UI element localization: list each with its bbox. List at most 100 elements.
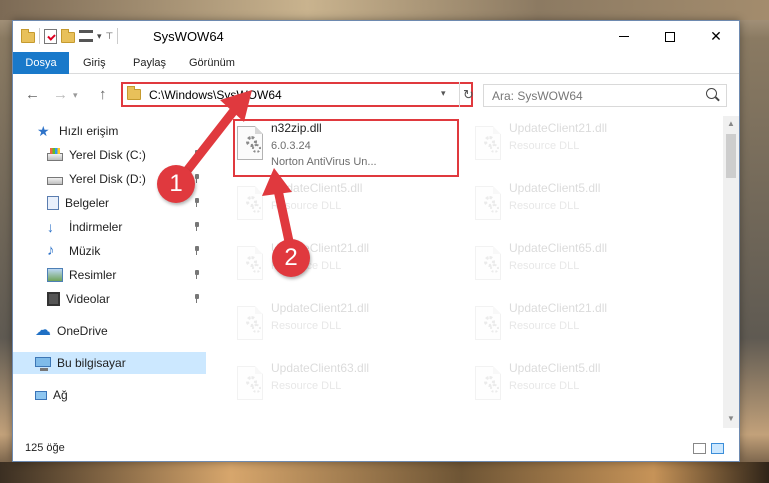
window-title: SysWOW64 — [153, 29, 224, 44]
folder-icon — [127, 86, 141, 100]
recent-locations-icon[interactable]: ▾ — [73, 90, 78, 101]
sidebar-item-quick-access[interactable]: ★ Hızlı erişim — [13, 120, 206, 142]
file-description: Resource DLL — [509, 200, 580, 212]
forward-arrow-icon[interactable]: → — [53, 86, 68, 103]
sidebar-item-network[interactable]: Ağ — [13, 384, 206, 406]
video-icon — [47, 292, 60, 306]
navigation-pane: ★ Hızlı erişim Yerel Disk (C:) Yerel Dis… — [13, 116, 206, 428]
scroll-up-icon[interactable]: ▲ — [727, 119, 735, 128]
file-name: UpdateClient21.dll — [271, 301, 370, 315]
sidebar-item-label: Hızlı erişim — [59, 124, 119, 138]
file-item[interactable]: UpdateClient21.dll Resource DLL — [459, 116, 693, 176]
sidebar-item-music[interactable]: ♪ Müzik — [13, 240, 206, 262]
search-input[interactable] — [492, 88, 692, 103]
sidebar-item-videos[interactable]: Videolar — [13, 288, 206, 310]
file-highlight-box — [233, 119, 459, 177]
up-arrow-icon[interactable]: ↑ — [99, 86, 107, 103]
file-item[interactable]: UpdateClient21.dll Resource DLL — [221, 296, 455, 356]
file-item[interactable]: UpdateClient5.dll Resource DLL — [459, 176, 693, 236]
dll-file-icon — [471, 186, 505, 228]
desktop-wallpaper-top — [0, 0, 769, 20]
download-icon: ↓ — [47, 219, 54, 235]
chevron-down-icon[interactable]: ▾ — [441, 88, 446, 99]
file-item[interactable]: UpdateClient63.dll Resource DLL — [221, 356, 455, 416]
item-count: 125 öğe — [25, 442, 65, 454]
toolbar-divider — [39, 28, 40, 44]
file-description: Resource DLL — [271, 320, 342, 332]
file-description: Resource DLL — [509, 320, 580, 332]
file-explorer-window: ▾ ⊤ SysWOW64 ✕ Dosya Giriş Paylaş Görünü… — [12, 20, 740, 462]
dll-file-icon — [471, 246, 505, 288]
pin-icon — [193, 222, 201, 231]
sidebar-item-local-disk-c[interactable]: Yerel Disk (C:) — [13, 144, 206, 166]
desktop-wallpaper-bottom — [0, 462, 769, 483]
new-folder-icon[interactable] — [61, 29, 75, 43]
sidebar-item-pictures[interactable]: Resimler — [13, 264, 206, 286]
file-name: UpdateClient5.dll — [509, 361, 601, 375]
dll-file-icon — [233, 366, 267, 408]
file-description: Resource DLL — [509, 260, 580, 272]
back-arrow-icon[interactable]: ← — [25, 86, 40, 103]
pin-icon — [193, 294, 201, 303]
network-icon — [35, 390, 47, 400]
step-1-callout: 1 — [157, 165, 195, 203]
navigation-bar: ← → ▾ ↑ C:\Windows\SysWOW64 ▾ ↻ — [13, 74, 739, 116]
file-item[interactable]: UpdateClient5.dll Resource DLL — [221, 176, 455, 236]
sidebar-item-downloads[interactable]: ↓ İndirmeler — [13, 216, 206, 238]
scrollbar-thumb[interactable] — [726, 134, 736, 178]
file-name: UpdateClient5.dll — [271, 181, 363, 195]
tab-share[interactable]: Paylaş — [133, 52, 166, 74]
drive-icon — [47, 147, 63, 161]
file-name: UpdateClient65.dll — [509, 241, 608, 255]
minimize-button[interactable] — [601, 21, 647, 52]
sidebar-item-label: Bu bilgisayar — [57, 356, 126, 370]
search-box[interactable] — [483, 84, 727, 107]
sidebar-item-label: Resimler — [69, 268, 117, 282]
search-icon[interactable] — [706, 88, 717, 99]
tab-file[interactable]: Dosya — [13, 52, 69, 74]
file-description: Resource DLL — [509, 140, 580, 152]
maximize-button[interactable] — [647, 21, 693, 52]
pin-icon — [193, 246, 201, 255]
properties-icon[interactable] — [44, 28, 57, 44]
close-icon: ✕ — [710, 28, 722, 44]
view-options-icon[interactable] — [79, 30, 93, 42]
chevron-down-icon[interactable]: ▾ — [97, 31, 102, 42]
file-item[interactable]: UpdateClient21.dll Resource DLL — [459, 296, 693, 356]
scroll-down-icon[interactable]: ▼ — [727, 414, 735, 423]
ribbon-tabs: Dosya Giriş Paylaş Görünüm — [13, 52, 739, 74]
file-item[interactable]: UpdateClient65.dll Resource DLL — [459, 236, 693, 296]
status-bar: 125 öğe — [13, 435, 739, 461]
sidebar-item-onedrive[interactable]: ☁ OneDrive — [13, 320, 206, 342]
sidebar-item-this-pc[interactable]: Bu bilgisayar — [13, 352, 206, 374]
file-description: Resource DLL — [509, 380, 580, 392]
large-icons-view-icon[interactable] — [711, 443, 724, 454]
file-name: UpdateClient5.dll — [509, 181, 601, 195]
customize-toolbar-icon[interactable]: ⊤ — [106, 31, 114, 42]
music-icon: ♪ — [47, 242, 55, 259]
close-button[interactable]: ✕ — [693, 21, 739, 52]
folder-icon — [21, 29, 35, 43]
address-path[interactable]: C:\Windows\SysWOW64 — [149, 88, 282, 102]
details-view-icon[interactable] — [693, 443, 706, 454]
pin-icon — [193, 198, 201, 207]
sidebar-item-label: Yerel Disk (D:) — [69, 172, 146, 186]
tab-view[interactable]: Görünüm — [189, 52, 235, 74]
maximize-icon — [665, 31, 675, 42]
quick-access-toolbar: ▾ ⊤ — [21, 28, 119, 44]
dll-file-icon — [471, 306, 505, 348]
documents-icon — [47, 196, 59, 210]
file-item[interactable]: UpdateClient5.dll Resource DLL — [459, 356, 693, 416]
tab-home[interactable]: Giriş — [83, 52, 106, 74]
step-2-callout: 2 — [272, 239, 310, 277]
dll-file-icon — [233, 246, 267, 288]
file-name: UpdateClient63.dll — [271, 361, 370, 375]
vertical-scrollbar[interactable]: ▲ ▼ — [723, 116, 739, 428]
file-description: Resource DLL — [271, 380, 342, 392]
pin-icon — [193, 150, 201, 159]
minimize-icon — [619, 36, 629, 37]
address-bar[interactable]: C:\Windows\SysWOW64 ▾ ↻ — [121, 82, 475, 107]
file-item[interactable]: UpdateClient21.dll Resource DLL — [221, 236, 455, 296]
refresh-icon[interactable]: ↻ — [459, 82, 475, 107]
sidebar-item-label: Belgeler — [65, 196, 110, 210]
